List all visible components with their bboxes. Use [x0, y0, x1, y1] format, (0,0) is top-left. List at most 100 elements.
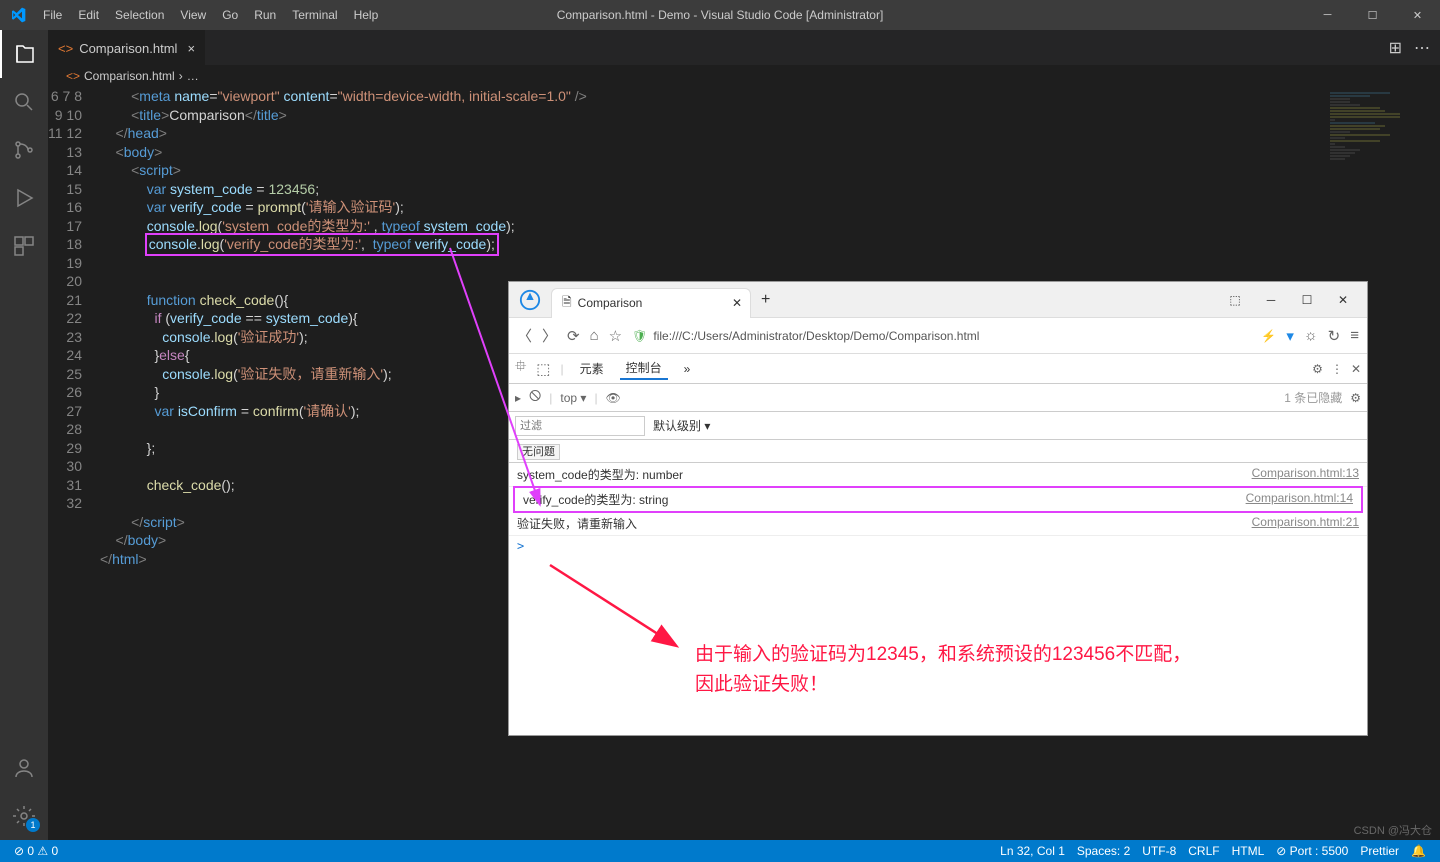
console-message: verify_code的类型为: string — [523, 491, 1246, 508]
tab-bar: <> Comparison.html × ⊞ ⋯ — [48, 30, 1440, 65]
account-icon[interactable] — [0, 744, 48, 792]
minimize-button[interactable]: ─ — [1305, 0, 1350, 30]
settings-badge: 1 — [26, 818, 40, 832]
close-button[interactable]: ✕ — [1395, 0, 1440, 30]
console-source-link[interactable]: Comparison.html:21 — [1252, 515, 1359, 532]
status-errors[interactable]: ⊘ 0 ⚠ 0 — [8, 844, 64, 858]
devtools-settings-icon[interactable]: ⚙ — [1312, 362, 1323, 376]
console-row: 验证失败，请重新输入 Comparison.html:21 — [509, 512, 1367, 536]
no-issues-badge[interactable]: 无问题 — [517, 444, 560, 460]
annotation-line1: 由于输入的验证码为12345，和系统预设的123456不匹配， — [695, 640, 1191, 670]
console-clear-icon[interactable]: 🛇 — [529, 387, 541, 408]
forward-button[interactable]: 〉 — [542, 325, 557, 346]
console-source-link[interactable]: Comparison.html:13 — [1252, 466, 1359, 483]
status-eol[interactable]: CRLF — [1182, 844, 1225, 858]
inspect-icon[interactable]: ⯐ — [515, 356, 526, 381]
annotation-line2: 因此验证失败！ — [695, 670, 1191, 700]
menu-file[interactable]: File — [35, 8, 70, 22]
address-bar[interactable]: 🛡 file:///C:/Users/Administrator/Desktop… — [632, 329, 1251, 343]
menu-go[interactable]: Go — [214, 8, 246, 22]
console-filter-input[interactable] — [515, 416, 645, 436]
menu-view[interactable]: View — [172, 8, 214, 22]
console-source-link[interactable]: Comparison.html:14 — [1246, 491, 1353, 508]
console-body: system_code的类型为: number Comparison.html:… — [509, 463, 1367, 556]
issues-row: 无问题 — [509, 440, 1367, 463]
new-tab-button[interactable]: + — [751, 291, 780, 309]
url-text: file:///C:/Users/Administrator/Desktop/D… — [653, 329, 979, 343]
html-file-icon: <> — [58, 41, 73, 56]
devtools-tab-console[interactable]: 控制台 — [620, 357, 668, 380]
lightning-icon[interactable]: ⚡ — [1261, 329, 1276, 343]
console-eye-icon[interactable]: 👁 — [606, 391, 621, 405]
status-spaces[interactable]: Spaces: 2 — [1071, 844, 1136, 858]
breadcrumb-sep: › — [179, 69, 183, 83]
browser-minimize-button[interactable]: ─ — [1255, 293, 1287, 307]
browser-maximize-button[interactable]: ☐ — [1291, 293, 1323, 307]
menu-run[interactable]: Run — [246, 8, 284, 22]
tab-comparison[interactable]: <> Comparison.html × — [48, 30, 205, 65]
menu-selection[interactable]: Selection — [107, 8, 172, 22]
html-file-icon: <> — [66, 69, 80, 83]
browser-toolbar: 〈 〉 ⟳ ⌂ ☆ 🛡 file:///C:/Users/Administrat… — [509, 318, 1367, 354]
browser-window-controls: ⬚ ─ ☐ ✕ — [1219, 293, 1367, 307]
browser-close-button[interactable]: ✕ — [1327, 293, 1359, 307]
line-gutter: 6 7 8 9 10 11 12 13 14 15 16 17 18 19 20… — [48, 87, 100, 840]
status-liveserver[interactable]: ⊘ Port : 5500 — [1270, 844, 1354, 858]
window-title: Comparison.html - Demo - Visual Studio C… — [557, 8, 884, 22]
hidden-count: 1 条已隐藏 — [1284, 389, 1342, 406]
activity-bar: 1 — [0, 30, 48, 840]
run-debug-icon[interactable] — [0, 174, 48, 222]
search-icon[interactable] — [0, 78, 48, 126]
status-encoding[interactable]: UTF-8 — [1136, 844, 1182, 858]
split-editor-icon[interactable]: ⊞ — [1389, 38, 1402, 58]
console-prompt[interactable]: > — [509, 536, 1367, 556]
settings-icon[interactable]: 1 — [0, 792, 48, 840]
menu-icon[interactable]: ≡ — [1350, 327, 1359, 344]
status-bell-icon[interactable]: 🔔 — [1405, 844, 1432, 858]
devtools-close-icon[interactable]: ✕ — [1351, 362, 1361, 376]
watermark: CSDN @冯大仓 — [1354, 822, 1432, 838]
device-icon[interactable]: ⬚ — [536, 360, 550, 378]
breadcrumb[interactable]: <> Comparison.html › … — [48, 65, 1440, 87]
console-context[interactable]: top ▾ — [560, 391, 586, 405]
vscode-logo-icon — [0, 7, 35, 23]
tab-close-icon[interactable]: × — [187, 41, 195, 56]
browser-tab-close-icon[interactable]: ✕ — [732, 296, 742, 310]
status-prettier[interactable]: Prettier — [1354, 844, 1405, 858]
devtools-menu-icon[interactable]: ⋮ — [1331, 362, 1343, 376]
menu-help[interactable]: Help — [346, 8, 387, 22]
console-play-icon[interactable]: ▸ — [515, 391, 521, 405]
console-message: system_code的类型为: number — [517, 466, 1252, 483]
theme-icon[interactable]: ☼ — [1304, 327, 1318, 344]
titlebar: File Edit Selection View Go Run Terminal… — [0, 0, 1440, 30]
page-icon: 🗎 — [562, 293, 572, 314]
explorer-icon[interactable] — [0, 30, 48, 78]
status-cursor[interactable]: Ln 32, Col 1 — [994, 844, 1071, 858]
reload-button[interactable]: ⟳ — [567, 327, 580, 345]
source-control-icon[interactable] — [0, 126, 48, 174]
devtools-tab-more[interactable]: » — [678, 360, 697, 378]
browser-tab-title: Comparison — [578, 296, 643, 310]
menu-edit[interactable]: Edit — [70, 8, 107, 22]
browser-logo-icon[interactable] — [509, 289, 551, 311]
tab-actions: ⊞ ⋯ — [1389, 38, 1440, 58]
breadcrumb-file: Comparison.html — [84, 69, 175, 83]
maximize-button[interactable]: ☐ — [1350, 0, 1395, 30]
log-level-dropdown[interactable]: 默认级别 ▾ — [653, 417, 710, 434]
browser-extension-icon[interactable]: ⬚ — [1219, 293, 1251, 307]
console-settings-icon[interactable]: ⚙ — [1350, 391, 1361, 405]
history-icon[interactable]: ↻ — [1328, 327, 1341, 345]
devtools-tab-elements[interactable]: 元素 — [574, 358, 610, 379]
chevron-down-icon[interactable]: ▾ — [1286, 327, 1294, 345]
menu-terminal[interactable]: Terminal — [284, 8, 345, 22]
home-button[interactable]: ⌂ — [590, 327, 599, 344]
back-button[interactable]: 〈 — [517, 325, 532, 346]
more-actions-icon[interactable]: ⋯ — [1414, 38, 1430, 58]
extensions-icon[interactable] — [0, 222, 48, 270]
favorite-button[interactable]: ☆ — [609, 327, 622, 345]
tab-label: Comparison.html — [79, 41, 177, 56]
console-row: system_code的类型为: number Comparison.html:… — [509, 463, 1367, 487]
status-bar: ⊘ 0 ⚠ 0 Ln 32, Col 1 Spaces: 2 UTF-8 CRL… — [0, 840, 1440, 862]
browser-tab[interactable]: 🗎 Comparison ✕ — [551, 288, 751, 318]
status-language[interactable]: HTML — [1226, 844, 1271, 858]
